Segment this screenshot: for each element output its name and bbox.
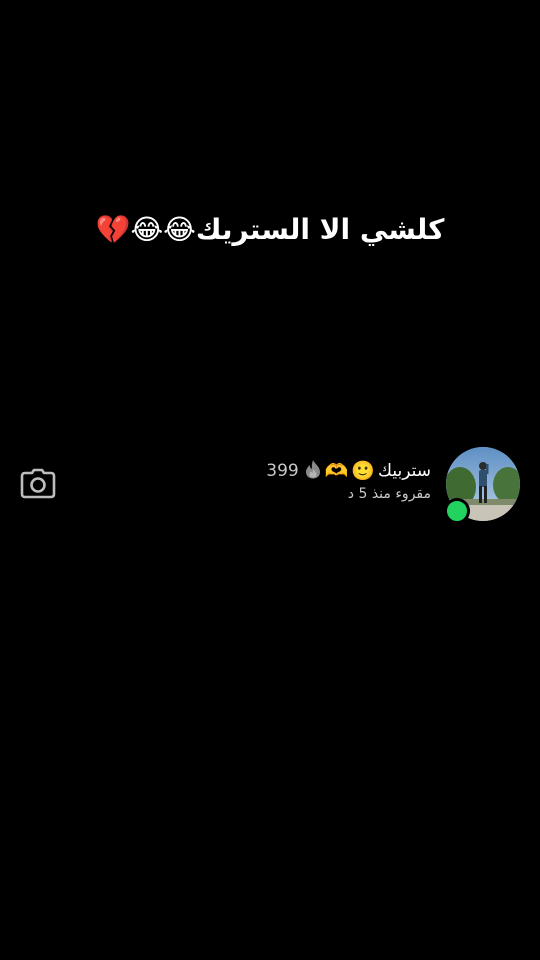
- chat-title-line: ستربيك 🙂 🫶 399: [266, 458, 431, 484]
- camera-button[interactable]: [20, 468, 56, 500]
- story-caption: كلشي الا الستريك😂😂💔: [95, 213, 445, 246]
- chat-list-item[interactable]: ستربيك 🙂 🫶 399 مقروء منذ 5 د: [0, 446, 540, 524]
- chat-status: مقروء منذ 5 د: [347, 486, 431, 502]
- heart-hands-emoji: 🫶: [324, 460, 349, 482]
- streak-count: 399: [266, 461, 299, 481]
- story-screen: كلشي الا الستريك😂😂💔 ستربيك 🙂 🫶 399 مقروء…: [0, 0, 540, 960]
- camera-icon: [20, 468, 56, 499]
- chat-name: ستربيك: [378, 461, 431, 481]
- flame-icon: [304, 459, 322, 483]
- smile-emoji: 🙂: [351, 460, 376, 482]
- online-status-dot: [444, 498, 470, 524]
